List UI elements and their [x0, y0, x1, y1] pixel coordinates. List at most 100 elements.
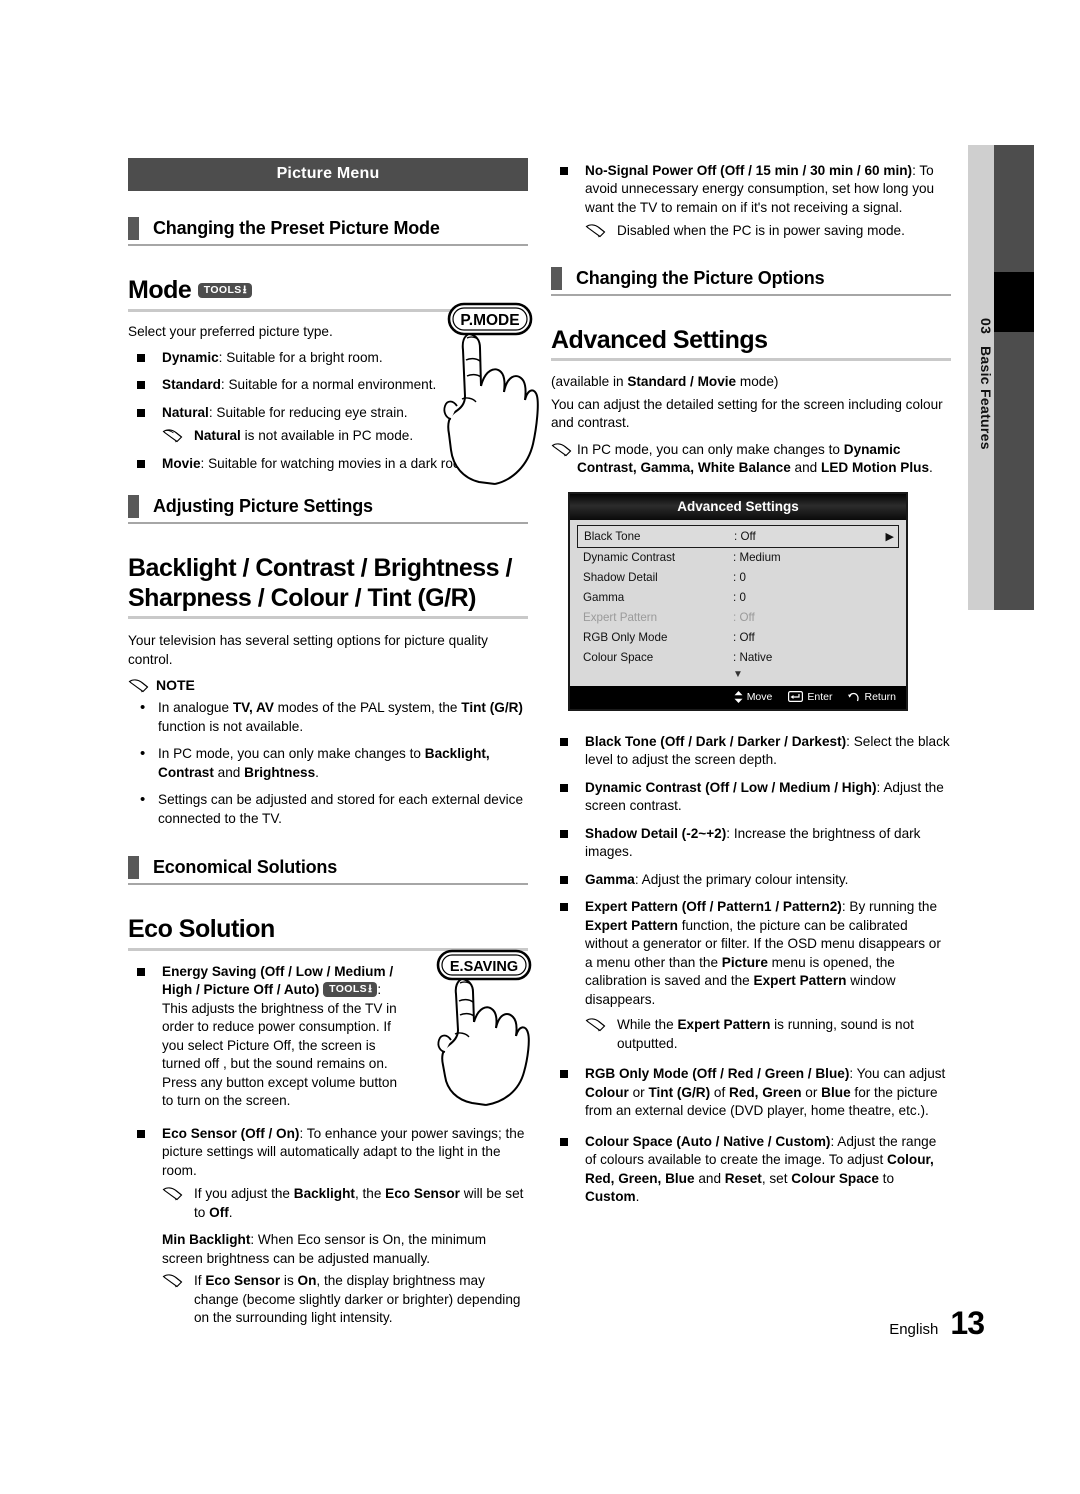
pencil-note-icon	[162, 1187, 183, 1201]
osd-hint-enter-label: Enter	[807, 690, 833, 703]
mode-item-term: Natural	[162, 404, 209, 420]
heading-eco-solution: Eco Solution	[128, 915, 528, 951]
mode-item-desc: : Suitable for a normal environment.	[220, 377, 437, 393]
option-term: Gamma	[585, 871, 635, 887]
esaving-remote-button-illustration: E.SAVING	[428, 948, 538, 1108]
section-header-label: Economical Solutions	[153, 857, 338, 878]
manual-page: Picture Menu Changing the Preset Picture…	[0, 0, 1080, 1494]
osd-row-shadow-detail[interactable]: Shadow Detail : 0	[577, 568, 899, 588]
list-item: Settings can be adjusted and stored for …	[128, 790, 528, 828]
pmode-remote-button-illustration: P.MODE	[433, 300, 541, 490]
mode-item-term: Dynamic	[162, 349, 219, 365]
note-heading: NOTE	[128, 677, 528, 693]
osd-row-value: : Off	[734, 529, 756, 543]
section-header-changing-preset-picture-mode: Changing the Preset Picture Mode	[128, 217, 528, 246]
option-term: Black Tone (Off / Dark / Darker / Darkes…	[585, 733, 847, 749]
eco-sensor-note: If you adjust the Backlight, the Eco Sen…	[162, 1185, 528, 1222]
no-signal-note-text: Disabled when the PC is in power saving …	[617, 223, 905, 239]
section-tab-icon	[128, 856, 139, 880]
mode-item-term: Standard	[162, 377, 221, 393]
option-term: RGB Only Mode (Off / Red / Green / Blue)	[585, 1066, 850, 1082]
backlight-intro: Your television has several setting opti…	[128, 633, 488, 667]
tools-badge-icon: TOOLS⭳	[197, 283, 252, 298]
right-column: No-Signal Power Off (Off / 15 min / 30 m…	[551, 158, 951, 1216]
list-item: Eco Sensor (Off / On): To enhance your p…	[128, 1125, 528, 1328]
list-item: Expert Pattern (Off / Pattern1 / Pattern…	[551, 898, 951, 1053]
osd-hint-return: Return	[848, 691, 896, 703]
advanced-note: In PC mode, you can only make changes to…	[551, 441, 951, 478]
osd-row-value: : Off	[733, 611, 755, 625]
osd-row-label: RGB Only Mode	[583, 631, 668, 645]
section-tab-icon	[551, 266, 562, 290]
return-arrow-icon	[848, 692, 860, 702]
advanced-intro: You can adjust the detailed setting for …	[551, 396, 943, 431]
chapter-number: 03	[978, 317, 994, 334]
expert-pattern-note: While the Expert Pattern is running, sou…	[585, 1016, 951, 1053]
energy-saving-desc: : This adjusts the brightness of the TV …	[162, 982, 398, 1109]
section-header-label: Changing the Picture Options	[576, 267, 825, 288]
updown-arrow-icon	[734, 690, 743, 703]
no-signal-note: Disabled when the PC is in power saving …	[585, 222, 951, 240]
osd-advanced-settings-menu[interactable]: Advanced Settings Black Tone : Off ▶ Dyn…	[568, 491, 908, 711]
scroll-down-icon[interactable]: ▼	[577, 668, 899, 684]
pencil-note-icon	[162, 1274, 183, 1288]
osd-row-value: : 0	[733, 591, 746, 605]
enter-key-icon	[788, 691, 804, 703]
section-header-label: Changing the Preset Picture Mode	[153, 218, 440, 238]
chapter-tab: 03 Basic Features	[968, 145, 1034, 610]
osd-row-value: : Off	[733, 631, 755, 645]
page-footer: English 13	[0, 1305, 1080, 1342]
natural-note-text: is not available in PC mode.	[244, 428, 414, 444]
section-tab-icon	[128, 495, 139, 519]
picture-option-list: Black Tone (Off / Dark / Darker / Darkes…	[551, 733, 951, 1207]
option-term: Colour Space (Auto / Native / Custom)	[585, 1133, 831, 1149]
list-item: Shadow Detail (-2~+2): Increase the brig…	[551, 825, 951, 862]
option-desc: : Adjust the primary colour intensity.	[634, 871, 849, 887]
advanced-availability: (available in Standard / Movie mode)(ava…	[551, 374, 779, 390]
tools-arrow-icon: ⭳	[242, 284, 247, 296]
tools-badge-label: TOOLS	[329, 983, 368, 996]
osd-row-black-tone[interactable]: Black Tone : Off ▶	[577, 524, 899, 548]
list-item: Colour Space (Auto / Native / Custom): A…	[551, 1133, 951, 1207]
chapter-tab-text: 03 Basic Features	[968, 145, 994, 610]
eco-sensor-term: Eco Sensor (Off / On)	[162, 1125, 300, 1141]
min-backlight-block: Min Backlight: When Eco sensor is On, th…	[162, 1231, 528, 1268]
osd-row-label: Gamma	[583, 591, 625, 605]
no-signal-term: No-Signal Power Off (Off / 15 min / 30 m…	[585, 163, 913, 178]
no-signal-list: No-Signal Power Off (Off / 15 min / 30 m…	[551, 162, 951, 241]
osd-row-colour-space[interactable]: Colour Space : Native	[577, 648, 899, 668]
list-item: In PC mode, you can only make changes to…	[128, 744, 528, 782]
chapter-tab-marker	[994, 272, 1034, 332]
footer-language: English	[889, 1321, 939, 1338]
osd-row-rgb-only-mode[interactable]: RGB Only Mode : Off	[577, 628, 899, 648]
page-number: 13	[950, 1305, 985, 1341]
tools-arrow-icon: ⭳	[368, 983, 373, 996]
option-term: Shadow Detail (-2~+2)	[585, 825, 727, 841]
list-item: Energy Saving (Off / Low / Medium / High…	[128, 963, 408, 1111]
osd-row-label: Black Tone	[584, 529, 641, 543]
min-backlight-term: Min Backlight	[162, 1232, 251, 1248]
chevron-right-icon: ▶	[885, 530, 894, 543]
option-term: Expert Pattern (Off / Pattern1 / Pattern…	[585, 899, 842, 915]
osd-row-value: : 0	[733, 571, 746, 585]
osd-row-gamma[interactable]: Gamma : 0	[577, 588, 899, 608]
tools-badge-icon: TOOLS⭳	[323, 982, 378, 998]
osd-row-list: Black Tone : Off ▶ Dynamic Contrast : Me…	[570, 519, 906, 686]
list-item: In analogue TV, AV modes of the PAL syst…	[128, 698, 528, 736]
osd-row-label: Dynamic Contrast	[583, 551, 676, 565]
option-term: Dynamic Contrast (Off / Low / Medium / H…	[585, 779, 877, 795]
osd-hint-move: Move	[734, 690, 773, 703]
list-item: RGB Only Mode (Off / Red / Green / Blue)…	[551, 1065, 951, 1120]
section-header-economical-solutions: Economical Solutions	[128, 856, 528, 886]
osd-row-value: : Medium	[733, 551, 781, 565]
osd-row-value: : Native	[733, 651, 773, 665]
section-tab-icon	[128, 217, 139, 240]
heading-backlight-contrast: Backlight / Contrast / Brightness / Shar…	[128, 554, 528, 620]
pmode-button-label: P.MODE	[460, 312, 519, 329]
section-header-label: Adjusting Picture Settings	[153, 496, 373, 517]
list-item: No-Signal Power Off (Off / 15 min / 30 m…	[551, 162, 951, 241]
pencil-note-icon	[585, 1018, 606, 1032]
osd-hint-move-label: Move	[746, 690, 773, 703]
mode-item-desc: : Suitable for a bright room.	[218, 349, 383, 365]
osd-row-dynamic-contrast[interactable]: Dynamic Contrast : Medium	[577, 548, 899, 568]
